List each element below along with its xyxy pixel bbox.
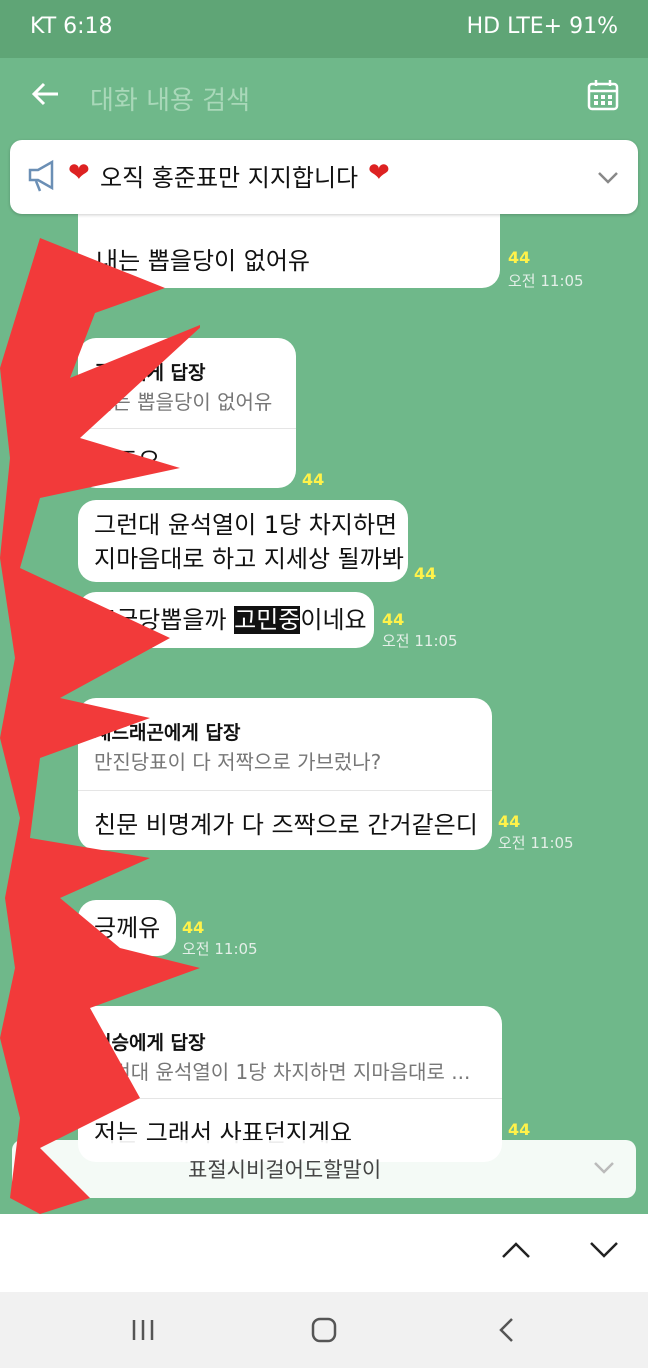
reply-bubble[interactable]: 재드래곤에게 답장 만진당표이 다 저짝으로 가브렀나? 친문 비명계가 다 즈… [78,698,492,850]
unread-count: 44 [508,248,531,267]
unread-count: 44 [182,918,205,937]
reply-quote: 그런대 윤석열이 1당 차지하면 지마음대로 ... [94,1060,471,1084]
divider [78,1098,502,1099]
reply-target: 공직에게 답장 [94,362,206,384]
message-bubble[interactable]: 그런대 윤석열이 1당 차지하면 지마음대로 하고 지세상 될까봐 [78,500,408,582]
notice-preview-bar[interactable]: 표절시비걸어도할말이 [12,1140,636,1198]
back-arrow-icon[interactable] [28,76,64,112]
message-text: 조국당뽑을까 고민중이네요 [94,603,367,637]
reply-bubble[interactable]: 현승에게 답장 그런대 윤석열이 1당 차지하면 지마음대로 ... 저는 그래… [78,1006,502,1162]
status-indicators: HD LTE+ 91% [466,14,618,39]
chevron-down-icon[interactable] [592,1160,616,1176]
megaphone-icon [28,159,54,192]
message-text: 긍께유 [94,914,161,942]
heart-icon: ❤ [368,158,390,188]
message-text-part: 조국당뽑을까 [94,606,235,634]
message-text: 친문 비명계가 다 즈짝으로 간거같은디 [94,811,478,839]
home-icon[interactable] [310,1316,338,1344]
chat-search-bar: 대화 내용 검색 [0,58,648,138]
reply-bubble[interactable]: 공직에게 답장 내는 뽑을당이 없어유 저도요 [78,338,296,488]
unread-count: 44 [498,812,521,831]
reply-quote: 만진당표이 다 저짝으로 가브렀나? [94,750,382,774]
message-bubble[interactable]: 긍께유 [78,900,176,956]
message-text: 저도요 [94,447,161,475]
message-time: 오전 11:05 [498,834,574,852]
pinned-notice[interactable]: ❤ 오직 홍준표만 지지합니다 ❤ [10,140,638,214]
message-time: 오전 11:05 [508,272,584,290]
message-bubble[interactable]: 내는 뽑을당이 없어유 [78,214,500,288]
message-line: 그런대 윤석열이 1당 차지하면 [94,511,398,539]
unread-count: 44 [508,1120,531,1139]
reply-quote: 내는 뽑을당이 없어유 [94,390,273,414]
unread-count: 44 [382,610,405,629]
heart-icon: ❤ [68,158,90,188]
search-highlight: 고민중 [234,606,301,634]
system-nav-bar [0,1292,648,1368]
notice-preview-text: 표절시비걸어도할말이 [188,1158,382,1182]
message-time: 오전 11:05 [382,632,458,650]
chevron-up-icon[interactable] [500,1240,532,1260]
message-text-part: 이네요 [300,606,367,634]
recent-apps-icon[interactable] [130,1318,156,1342]
divider [78,428,296,429]
back-icon[interactable] [496,1316,516,1344]
unread-count: 44 [414,564,437,583]
calendar-icon[interactable] [586,78,620,112]
message-time: 오전 11:05 [182,940,258,958]
message-line: 지마음대로 하고 지세상 될까봐 [94,545,404,573]
notice-text: 오직 홍준표만 지지합니다 [100,164,359,192]
chevron-down-icon[interactable] [588,1240,620,1260]
chat-area[interactable]: 내는 뽑을당이 없어유 44 오전 11:05 공직에게 답장 내는 뽑을당이 … [0,138,648,1214]
message-text: 내는 뽑을당이 없어유 [96,247,310,275]
reply-target: 현승에게 답장 [94,1032,206,1054]
status-carrier-time: KT 6:18 [30,14,113,39]
message-bubble[interactable]: 조국당뽑을까 고민중이네요 [78,592,374,648]
search-input[interactable]: 대화 내용 검색 [90,80,250,117]
chevron-down-icon[interactable] [596,170,620,186]
divider [78,790,492,791]
reply-target: 재드래곤에게 답장 [94,722,241,744]
status-bar: KT 6:18 HD LTE+ 91% [0,0,648,58]
bottom-toolbar [0,1214,648,1292]
unread-count: 44 [302,470,325,489]
